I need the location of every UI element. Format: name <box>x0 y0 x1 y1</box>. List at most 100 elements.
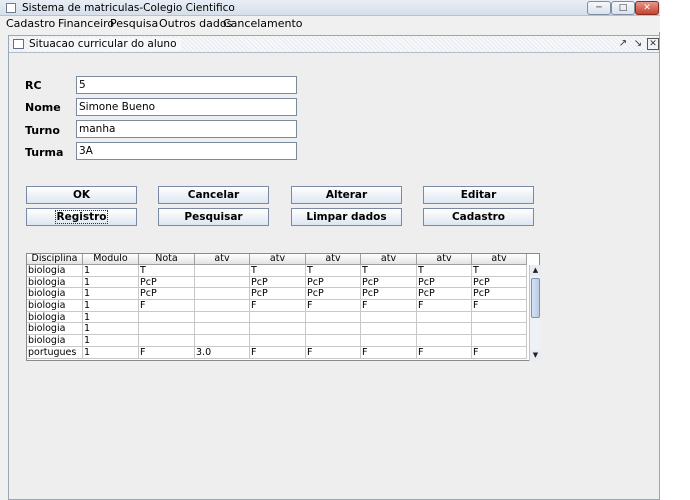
table-cell[interactable] <box>361 323 417 336</box>
table-cell[interactable]: PcP <box>472 276 527 289</box>
table-cell[interactable] <box>306 311 361 324</box>
turno-field[interactable] <box>76 120 297 138</box>
table-cell[interactable] <box>195 276 250 289</box>
column-header[interactable]: atv <box>417 254 472 265</box>
table-cell[interactable]: PcP <box>139 288 195 301</box>
table-cell[interactable]: 1 <box>83 335 139 347</box>
table-cell[interactable]: portugues <box>27 346 83 359</box>
menu-financeiro[interactable]: Financeiro <box>58 17 114 31</box>
column-header[interactable]: atv <box>250 254 306 265</box>
table-cell[interactable] <box>361 335 417 347</box>
table-row[interactable]: biologia 1 T T T T T T <box>27 265 527 277</box>
table-cell[interactable] <box>250 311 306 324</box>
table-cell[interactable]: biologia <box>27 276 83 289</box>
restore-icon[interactable]: ↘ <box>632 38 644 50</box>
registro-button[interactable]: Registro <box>26 208 137 226</box>
table-cell[interactable]: PcP <box>139 276 195 289</box>
table-cell[interactable]: F <box>361 300 417 312</box>
table-cell[interactable]: F <box>361 346 417 359</box>
table-cell[interactable]: T <box>250 265 306 277</box>
table-cell[interactable] <box>195 265 250 277</box>
editar-button[interactable]: Editar <box>423 186 534 204</box>
table-cell[interactable]: PcP <box>306 276 361 289</box>
alterar-button[interactable]: Alterar <box>291 186 402 204</box>
nome-field[interactable] <box>76 98 297 116</box>
table-row[interactable]: biologia 1 PcP PcP PcP PcP PcP PcP <box>27 288 527 301</box>
table-cell[interactable]: PcP <box>250 288 306 301</box>
table-cell[interactable]: 1 <box>83 288 139 301</box>
table-cell[interactable] <box>472 311 527 324</box>
table-cell[interactable]: 1 <box>83 276 139 289</box>
table-cell[interactable] <box>250 323 306 336</box>
table-cell[interactable]: biologia <box>27 311 83 324</box>
column-header[interactable]: atv <box>472 254 527 265</box>
internal-frame-title-bar[interactable]: Situacao curricular do aluno ↗ ↘ ✕ <box>9 36 659 53</box>
table-row[interactable]: portugues 1 F 3.0 F F F F F <box>27 346 527 359</box>
table-cell[interactable]: F <box>306 300 361 312</box>
table-cell[interactable]: F <box>139 300 195 312</box>
column-header[interactable]: Disciplina <box>27 254 83 265</box>
table-cell[interactable]: 1 <box>83 300 139 312</box>
table-cell[interactable] <box>361 311 417 324</box>
table-cell[interactable]: biologia <box>27 335 83 347</box>
limpar-dados-button[interactable]: Limpar dados <box>291 208 402 226</box>
turma-field[interactable] <box>76 142 297 160</box>
table-cell[interactable] <box>306 335 361 347</box>
column-header[interactable]: atv <box>361 254 417 265</box>
close-icon[interactable]: ✕ <box>635 1 659 15</box>
table-cell[interactable]: PcP <box>250 276 306 289</box>
table-cell[interactable] <box>139 335 195 347</box>
column-header[interactable]: atv <box>306 254 361 265</box>
table-cell[interactable]: PcP <box>472 288 527 301</box>
table-cell[interactable]: F <box>472 300 527 312</box>
table-cell[interactable]: F <box>139 346 195 359</box>
menu-cadastro[interactable]: Cadastro <box>6 17 55 31</box>
table-row[interactable]: biologia 1 F F F F F F <box>27 300 527 312</box>
minimize-icon[interactable]: ─ <box>587 1 611 15</box>
table-cell[interactable]: PcP <box>417 288 472 301</box>
table-cell[interactable]: biologia <box>27 323 83 336</box>
table-cell[interactable]: F <box>306 346 361 359</box>
table-cell[interactable]: 1 <box>83 265 139 277</box>
title-bar[interactable]: Sistema de matriculas-Colegio Cientifico… <box>0 0 660 16</box>
column-header[interactable]: atv <box>195 254 250 265</box>
table-cell[interactable] <box>417 335 472 347</box>
table-cell[interactable]: PcP <box>417 276 472 289</box>
table-row[interactable]: biologia 1 <box>27 311 527 324</box>
table-cell[interactable]: PcP <box>361 276 417 289</box>
scroll-up-icon[interactable]: ▲ <box>530 265 541 276</box>
table-cell[interactable]: F <box>250 300 306 312</box>
table-cell[interactable]: biologia <box>27 300 83 312</box>
table-cell[interactable] <box>139 323 195 336</box>
table-cell[interactable] <box>195 288 250 301</box>
table-cell[interactable]: T <box>361 265 417 277</box>
table-cell[interactable] <box>195 311 250 324</box>
table-cell[interactable]: 3.0 <box>195 346 250 359</box>
column-header[interactable]: Modulo <box>83 254 139 265</box>
iconify-icon[interactable]: ↗ <box>617 38 629 50</box>
ok-button[interactable]: OK <box>26 186 137 204</box>
table-cell[interactable]: 1 <box>83 346 139 359</box>
scroll-thumb[interactable] <box>531 278 540 318</box>
cancelar-button[interactable]: Cancelar <box>158 186 269 204</box>
menu-outros-dados[interactable]: Outros dados <box>159 17 232 31</box>
maximize-icon[interactable]: □ <box>611 1 635 15</box>
table-cell[interactable]: T <box>472 265 527 277</box>
curriculum-table[interactable]: Disciplina Modulo Nota atv atv atv atv atv atv b… <box>26 253 541 361</box>
table-cell[interactable]: T <box>417 265 472 277</box>
scroll-down-icon[interactable]: ▼ <box>530 350 541 361</box>
table-cell[interactable]: T <box>306 265 361 277</box>
column-header[interactable]: Nota <box>139 254 195 265</box>
table-cell[interactable] <box>472 323 527 336</box>
vertical-scrollbar[interactable]: ▲ ▼ <box>529 265 541 361</box>
table-cell[interactable]: F <box>250 346 306 359</box>
table-cell[interactable]: 1 <box>83 311 139 324</box>
table-cell[interactable] <box>195 323 250 336</box>
rc-field[interactable] <box>76 76 297 94</box>
menu-pesquisa[interactable]: Pesquisa <box>110 17 158 31</box>
cadastro-button[interactable]: Cadastro <box>423 208 534 226</box>
table-cell[interactable]: PcP <box>361 288 417 301</box>
table-cell[interactable] <box>472 335 527 347</box>
table-cell[interactable]: 1 <box>83 323 139 336</box>
table-cell[interactable]: PcP <box>306 288 361 301</box>
